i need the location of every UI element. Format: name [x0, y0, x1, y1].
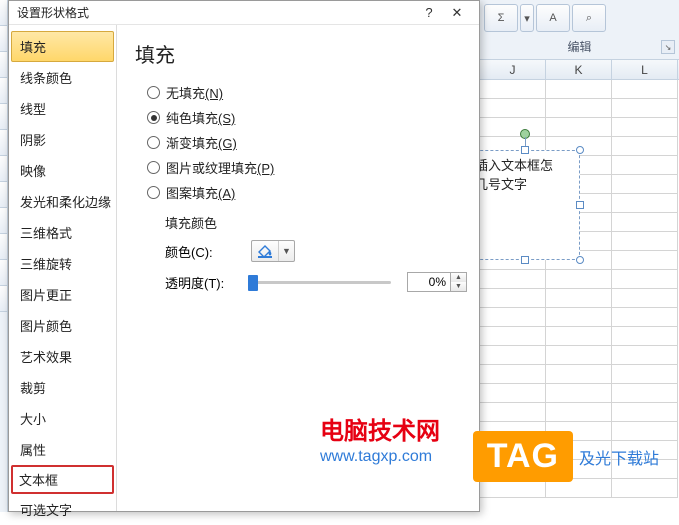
watermark-line1: 电脑技术网 [320, 411, 440, 446]
resize-handle[interactable] [521, 256, 529, 264]
sidebar-item-fill[interactable]: 填充 [11, 31, 114, 62]
transparency-spinner[interactable]: ▲ ▼ [407, 272, 467, 292]
sidebar-item-3d-format[interactable]: 三维格式 [11, 217, 114, 248]
paint-bucket-icon [252, 241, 278, 261]
resize-handle[interactable] [576, 146, 584, 154]
tag-badge: TAG [473, 431, 573, 482]
textbox-line1: 插入文本框怎 [475, 158, 553, 173]
sidebar-item-3d-rotation[interactable]: 三维旋转 [11, 248, 114, 279]
radio-icon [147, 136, 160, 149]
fill-radio-option[interactable]: 图案填充(A) [135, 180, 467, 205]
radio-label: 图案填充(A) [166, 183, 235, 202]
radio-icon [147, 111, 160, 124]
spinner-down[interactable]: ▼ [451, 282, 466, 291]
sidebar-item-alt-text[interactable]: 可选文字 [11, 494, 114, 525]
ribbon-edit-group: Σ ▾ A ⌕ 编辑 ↘ [480, 0, 679, 60]
sidebar-item-crop[interactable]: 裁剪 [11, 372, 114, 403]
sidebar-item-artistic[interactable]: 艺术效果 [11, 341, 114, 372]
sidebar-item-properties[interactable]: 属性 [11, 434, 114, 465]
color-label: 颜色(C): [165, 242, 251, 261]
col-header-K[interactable]: K [546, 60, 612, 79]
fill-radio-group: 无填充(N) 纯色填充(S) 渐变填充(G) 图片或纹理填充(P) 图案填充(A) [135, 80, 467, 205]
slider-thumb[interactable] [248, 275, 258, 291]
sidebar-item-glow[interactable]: 发光和柔化边缘 [11, 186, 114, 217]
radio-icon [147, 161, 160, 174]
watermark-tag-badge: TAG 及光下载站 [473, 431, 659, 482]
sidebar-item-line-color[interactable]: 线条颜色 [11, 62, 114, 93]
fill-radio-option[interactable]: 纯色填充(S) [135, 105, 467, 130]
dialog-title: 设置形状格式 [17, 4, 89, 21]
sidebar-item-line-style[interactable]: 线型 [11, 93, 114, 124]
dialog-close-button[interactable]: ✕ [443, 2, 471, 24]
fill-radio-option[interactable]: 渐变填充(G) [135, 130, 467, 155]
radio-label: 图片或纹理填充(P) [166, 158, 274, 177]
chevron-down-icon: ▼ [278, 241, 294, 261]
radio-label: 无填充(N) [166, 83, 223, 102]
radio-label: 渐变填充(G) [166, 133, 237, 152]
dialog-titlebar[interactable]: 设置形状格式 ? ✕ [9, 1, 479, 25]
resize-handle[interactable] [576, 256, 584, 264]
sidebar-item-pic-color[interactable]: 图片颜色 [11, 310, 114, 341]
sidebar-item-pic-correction[interactable]: 图片更正 [11, 279, 114, 310]
fill-color-section-label: 填充颜色 [165, 213, 467, 232]
pane-title: 填充 [135, 39, 467, 68]
ribbon-dropdown-1[interactable]: ▾ [520, 4, 534, 32]
column-headers: J K L [480, 60, 679, 80]
watermark-tagxp: 电脑技术网 www.tagxp.com [320, 411, 440, 466]
ribbon-button-1[interactable]: Σ [484, 4, 518, 32]
col-header-J[interactable]: J [480, 60, 546, 79]
watermark-line2: www.tagxp.com [320, 448, 440, 466]
radio-icon [147, 86, 160, 99]
sidebar-item-reflection[interactable]: 映像 [11, 155, 114, 186]
sidebar-item-size[interactable]: 大小 [11, 403, 114, 434]
sidebar-item-textbox[interactable]: 文本框 [11, 465, 114, 494]
spinner-up[interactable]: ▲ [451, 273, 466, 282]
ribbon-dialog-launcher[interactable]: ↘ [661, 40, 675, 54]
ribbon-group-label: 编辑 [480, 36, 679, 55]
left-edge-toolbar [0, 0, 8, 512]
sidebar-item-shadow[interactable]: 阴影 [11, 124, 114, 155]
fill-radio-option[interactable]: 无填充(N) [135, 80, 467, 105]
transparency-label: 透明度(T): [165, 273, 251, 292]
transparency-input[interactable] [408, 273, 450, 291]
dialog-help-button[interactable]: ? [415, 2, 443, 24]
radio-label: 纯色填充(S) [166, 108, 235, 127]
resize-handle[interactable] [521, 146, 529, 154]
fill-radio-option[interactable]: 图片或纹理填充(P) [135, 155, 467, 180]
resize-handle[interactable] [576, 201, 584, 209]
color-dropdown[interactable]: ▼ [251, 240, 295, 262]
ribbon-button-2[interactable]: A [536, 4, 570, 32]
radio-icon [147, 186, 160, 199]
inserted-textbox-shape[interactable]: 插入文本框怎 几号文字 [470, 150, 580, 260]
col-header-L[interactable]: L [612, 60, 678, 79]
ribbon-button-3[interactable]: ⌕ [572, 4, 606, 32]
watermark-site: 及光下载站 [579, 445, 659, 469]
transparency-slider[interactable] [251, 274, 391, 290]
dialog-sidebar: 填充线条颜色线型阴影映像发光和柔化边缘三维格式三维旋转图片更正图片颜色艺术效果裁… [9, 25, 117, 511]
